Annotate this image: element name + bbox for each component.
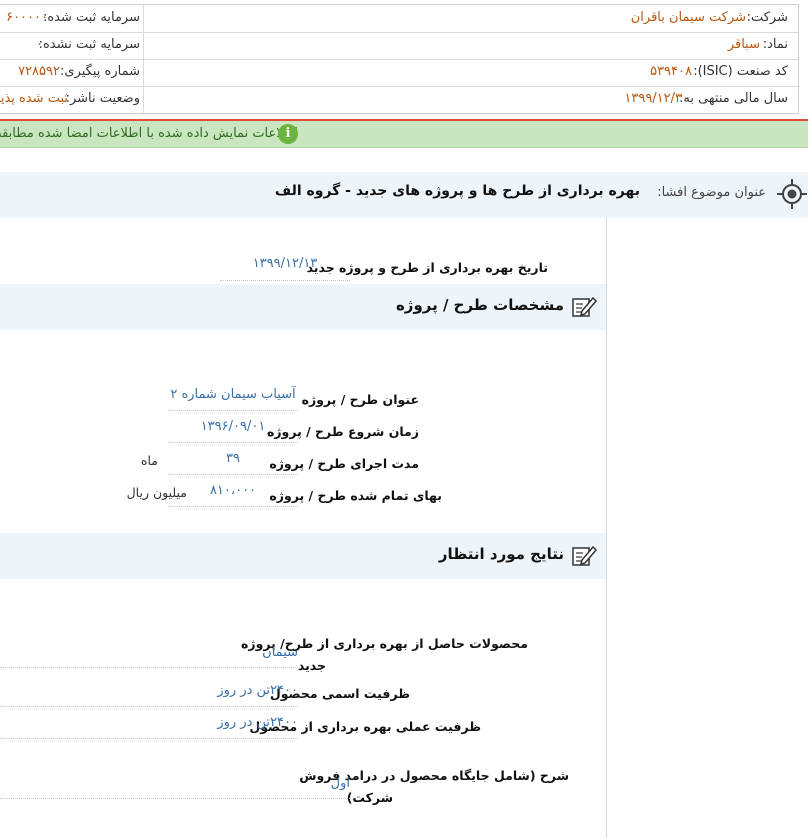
- field-underline: [168, 410, 298, 411]
- registered-capital-label: سرمایه ثبت شده:: [42, 10, 140, 25]
- field-underline: [168, 474, 298, 475]
- field-underline: [0, 706, 298, 707]
- project-cost-unit: میلیون ریال: [126, 485, 187, 500]
- project-specs-section-header: مشخصات طرح / پروژه: [0, 284, 606, 330]
- unregistered-capital-label: سرمایه ثبت نشده:: [38, 37, 140, 52]
- registered-capital-value: ۶۰۰۰۰۰: [6, 10, 48, 25]
- company-value[interactable]: شرکت سیمان باقران: [631, 10, 746, 25]
- disclosure-content-panel: تاریخ بهره برداری از طرح و پروژه جدید ۱۳…: [0, 218, 607, 838]
- header-row-company: شرکت: شرکت سیمان باقران سرمایه ثبت شده: …: [0, 5, 798, 33]
- field-underline: [0, 738, 298, 739]
- expected-results-title: نتایج مورد انتظار: [438, 545, 564, 563]
- exploitation-date-value: ۱۳۹۹/۱۲/۱۳: [252, 256, 318, 271]
- disclosure-topic-bar: عنوان موضوع افشا: بهره برداری از طرح ها …: [0, 172, 808, 218]
- field-underline: [168, 506, 298, 507]
- verification-notice: اطلاعات نمایش داده شده با اطلاعات امضا ش…: [0, 121, 808, 148]
- description-label-line2: شرکت): [346, 790, 393, 805]
- tracking-number-value: ۷۲۸۵۹۲: [18, 64, 60, 79]
- nominal-capacity-value: ۲۴۰۰تن در روز: [217, 683, 298, 698]
- project-start-value: ۱۳۹۶/۰۹/۰۱: [200, 419, 266, 434]
- isic-value: ۵۳۹۴۰۸: [650, 64, 692, 79]
- project-cost-value: ۸۱۰،۰۰۰: [209, 483, 257, 498]
- unregistered-capital-value: ۰: [36, 37, 43, 52]
- header-row-symbol: نماد: سباقر سرمایه ثبت نشده: ۰: [0, 32, 798, 60]
- products-value: سیمان: [262, 645, 298, 660]
- isic-label: کد صنعت (ISIC):: [693, 64, 788, 79]
- info-icon: i: [278, 124, 298, 144]
- header-row-isic: کد صنعت (ISIC): ۵۳۹۴۰۸ شماره پیگیری: ۷۲۸…: [0, 59, 798, 87]
- description-value: اول: [330, 776, 350, 791]
- project-title-label: عنوان طرح / پروژه: [301, 392, 419, 407]
- field-underline: [0, 667, 298, 668]
- project-title-value: آسیاب سیمان شماره ۲: [170, 387, 296, 402]
- expected-results-section-header: نتایج مورد انتظار: [0, 533, 606, 579]
- project-specs-title: مشخصات طرح / پروژه: [395, 296, 564, 314]
- target-icon: [777, 179, 807, 209]
- field-underline: [0, 798, 350, 799]
- topic-label: عنوان موضوع افشا:: [657, 185, 766, 200]
- publisher-status-label: وضعیت ناشر:: [65, 91, 140, 106]
- project-duration-unit: ماه: [140, 453, 158, 468]
- fiscal-year-value: ۱۳۹۹/۱۲/۳۰: [624, 91, 689, 106]
- notice-text: اطلاعات نمایش داده شده با اطلاعات امضا ش…: [0, 126, 298, 141]
- company-label: شرکت:: [746, 10, 788, 25]
- products-label-line2: جدید: [297, 658, 326, 673]
- symbol-value[interactable]: سباقر: [728, 37, 760, 52]
- tracking-number-label: شماره پیگیری:: [60, 64, 140, 79]
- field-underline: [168, 442, 298, 443]
- company-info-table: شرکت: شرکت سیمان باقران سرمایه ثبت شده: …: [0, 4, 799, 114]
- field-underline: [220, 280, 350, 281]
- topic-title: بهره برداری از طرح ها و پروژه های جدید -…: [274, 183, 640, 199]
- actual-capacity-value: ۲۴۰۰تن در روز: [217, 715, 298, 730]
- publisher-status-value: ثبت شده پذیرفت: [0, 91, 68, 106]
- project-duration-value: ۳۹: [226, 451, 240, 466]
- header-row-fiscal: سال مالی منتهی به: ۱۳۹۹/۱۲/۳۰ وضعیت ناشر…: [0, 86, 798, 113]
- edit-icon: [570, 543, 598, 569]
- fiscal-year-label: سال مالی منتهی به:: [678, 91, 788, 106]
- edit-icon: [570, 294, 598, 320]
- symbol-label: نماد:: [762, 37, 788, 52]
